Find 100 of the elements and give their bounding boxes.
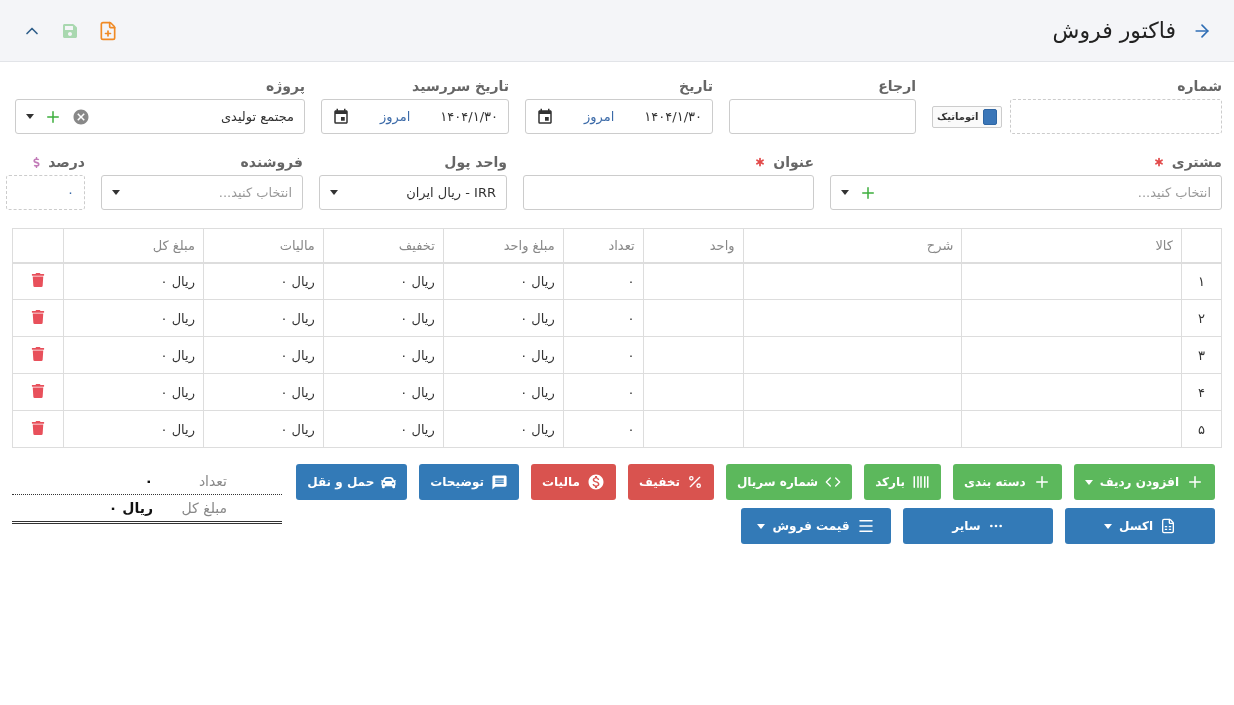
table-cell[interactable]: ۰ <box>563 299 644 337</box>
trash-icon[interactable] <box>31 346 46 361</box>
summary-value: ۰ <box>144 473 153 489</box>
caret-icon[interactable] <box>26 114 34 119</box>
column-header: کالا <box>961 228 1182 263</box>
table-cell[interactable]: ریال ۰ <box>323 299 444 337</box>
field-label: عنوان <box>773 154 814 170</box>
table-cell[interactable] <box>643 336 743 374</box>
table-cell[interactable]: ۰ <box>563 336 644 374</box>
table-cell[interactable] <box>643 373 743 411</box>
field-label: فروشنده <box>240 154 303 170</box>
table-cell[interactable] <box>743 299 962 337</box>
toolbar-button[interactable]: تخفیف <box>627 464 714 500</box>
column-header: مبلغ واحد <box>443 228 564 263</box>
field-label: واحد پول <box>444 154 507 170</box>
calendar-icon[interactable] <box>332 107 350 126</box>
date-field[interactable]: ۱۴۰۴/۱/۳۰ امروز <box>525 99 713 134</box>
summary-value: ریال ۰ <box>108 500 153 516</box>
row-number: ۴ <box>1181 373 1222 411</box>
table-cell[interactable]: ریال ۰ <box>323 336 444 374</box>
table-cell[interactable]: ریال ۰ <box>63 410 204 448</box>
text-field[interactable] <box>729 99 916 134</box>
trash-icon[interactable] <box>31 420 46 435</box>
table-cell[interactable] <box>961 299 1182 337</box>
date-field[interactable]: ۱۴۰۴/۱/۳۰ امروز <box>321 99 509 134</box>
table-cell[interactable]: ریال ۰ <box>443 262 564 300</box>
menu-icon <box>856 517 875 535</box>
calendar-icon[interactable] <box>536 107 554 126</box>
comment-icon <box>491 473 509 491</box>
percent-field[interactable]: ۰ <box>6 175 85 210</box>
table-cell[interactable] <box>743 410 962 448</box>
table-cell[interactable] <box>961 262 1182 300</box>
summary-label: مبلغ کل <box>180 500 227 516</box>
column-header: شرح <box>743 228 962 263</box>
field-label: درصد <box>48 154 85 170</box>
caret-icon[interactable] <box>112 190 120 195</box>
table-cell[interactable]: ریال ۰ <box>203 262 324 300</box>
table-cell[interactable]: ریال ۰ <box>323 373 444 411</box>
caret-icon[interactable] <box>330 190 338 195</box>
table-cell[interactable]: ریال ۰ <box>63 299 204 337</box>
select-field[interactable]: IRR - ریال ایران <box>319 175 507 210</box>
table-cell[interactable] <box>743 373 962 411</box>
spreadsheet-icon <box>1160 518 1176 534</box>
auto-checkbox[interactable]: اتوماتیک <box>932 105 1003 128</box>
text-field[interactable] <box>523 175 814 210</box>
field-label: پروژه <box>266 78 305 94</box>
toolbar-button[interactable]: قیمت فروش <box>741 508 891 544</box>
field-label: تاریخ سررسید <box>412 78 509 94</box>
select-field[interactable]: مجتمع تولیدی <box>15 99 305 134</box>
table-cell[interactable] <box>961 410 1182 448</box>
table-cell[interactable] <box>961 336 1182 374</box>
column-header: مبلغ کل <box>63 228 204 263</box>
number-field[interactable] <box>1010 99 1222 134</box>
table-cell[interactable]: ریال ۰ <box>203 410 324 448</box>
table-cell[interactable] <box>643 299 743 337</box>
table-cell[interactable] <box>743 336 962 374</box>
table-cell[interactable]: ریال ۰ <box>203 336 324 374</box>
toolbar-button[interactable]: سایر <box>903 508 1053 544</box>
table-cell[interactable]: ریال ۰ <box>443 410 564 448</box>
table-cell[interactable]: ریال ۰ <box>323 262 444 300</box>
table-cell[interactable] <box>643 262 743 300</box>
table-cell[interactable]: ریال ۰ <box>323 410 444 448</box>
field-label: تاریخ <box>679 78 713 94</box>
table-cell[interactable]: ریال ۰ <box>443 373 564 411</box>
table-cell[interactable]: ریال ۰ <box>63 262 204 300</box>
caret-icon[interactable] <box>841 190 849 195</box>
table-cell[interactable]: ریال ۰ <box>63 373 204 411</box>
table-cell[interactable]: ریال ۰ <box>443 336 564 374</box>
trash-icon[interactable] <box>31 272 46 287</box>
code-icon <box>825 474 842 490</box>
percent-icon <box>686 474 703 490</box>
trash-icon[interactable] <box>31 383 46 398</box>
table-cell[interactable]: ریال ۰ <box>203 299 324 337</box>
toolbar-button[interactable]: حمل و نقل <box>296 464 408 500</box>
table-cell[interactable] <box>643 410 743 448</box>
column-header: تعداد <box>563 228 644 263</box>
row-number: ۲ <box>1181 299 1222 337</box>
plus-icon <box>1186 473 1204 491</box>
row-number: ۳ <box>1181 336 1222 374</box>
table-cell[interactable]: ریال ۰ <box>443 299 564 337</box>
toolbar-button[interactable]: توضیحات <box>419 464 520 500</box>
row-number: ۵ <box>1181 410 1222 448</box>
table-cell[interactable] <box>743 262 962 300</box>
table-cell[interactable]: ۰ <box>563 410 644 448</box>
trash-icon[interactable] <box>31 309 46 324</box>
column-header: مالیات <box>203 228 324 263</box>
table-cell[interactable]: ۰ <box>563 373 644 411</box>
table-cell[interactable]: ۰ <box>563 262 644 300</box>
toolbar-button[interactable]: مالیات <box>531 464 616 500</box>
table-cell[interactable]: ریال ۰ <box>203 373 324 411</box>
field-label: شماره <box>1177 78 1222 94</box>
field-label: ارجاع <box>878 78 916 94</box>
table-cell[interactable]: ریال ۰ <box>63 336 204 374</box>
clear-icon[interactable] <box>72 107 90 126</box>
table-cell[interactable] <box>961 373 1182 411</box>
car-icon <box>381 474 397 490</box>
barcode-icon <box>912 473 930 491</box>
row-number: ۱ <box>1181 262 1222 300</box>
toolbar-button[interactable]: اکسل <box>1065 508 1215 544</box>
summary-label: تعداد <box>197 473 227 489</box>
